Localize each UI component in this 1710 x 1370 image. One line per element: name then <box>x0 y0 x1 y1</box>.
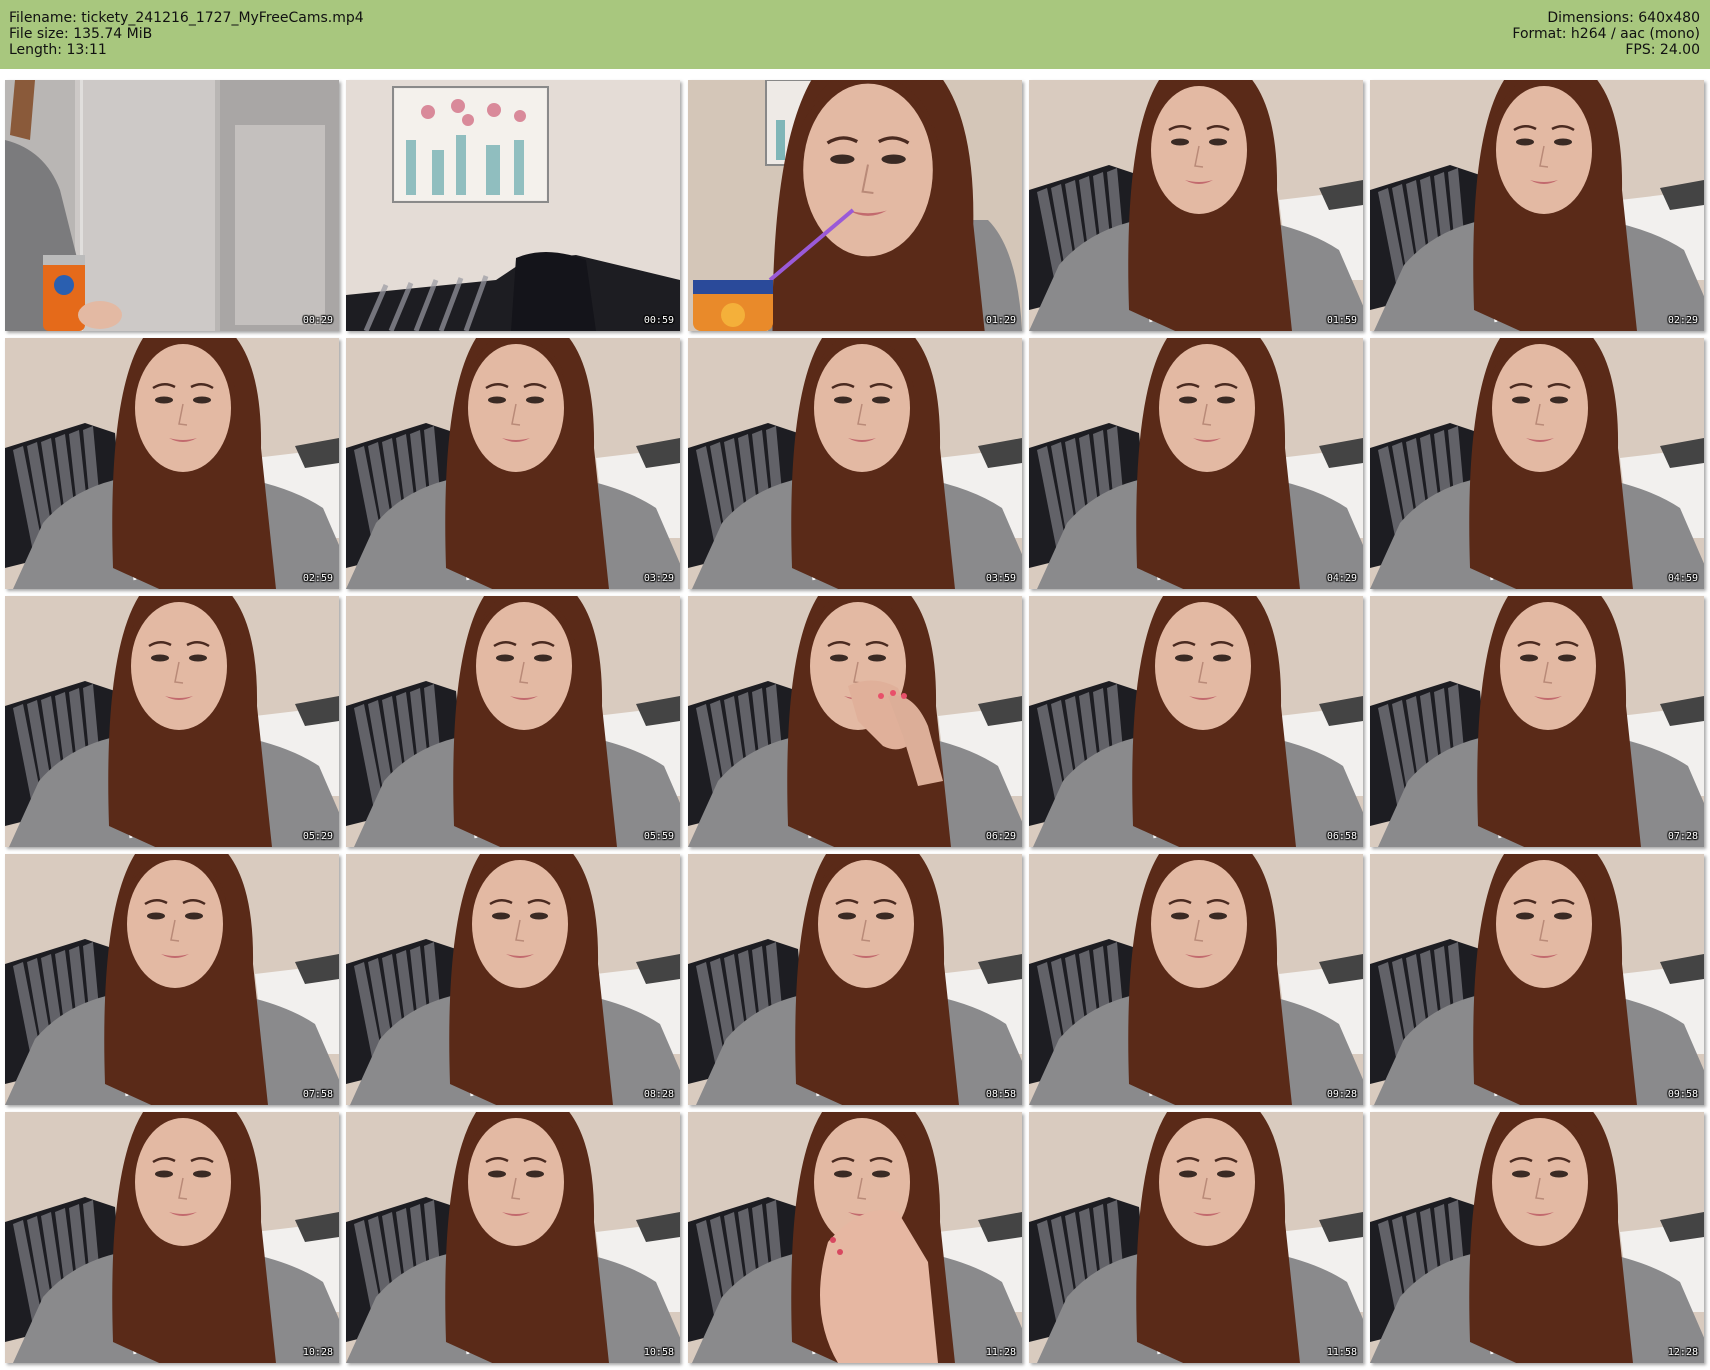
thumbnail-image <box>1370 80 1704 331</box>
thumbnail-timestamp: 00:29 <box>302 315 333 326</box>
video-thumbnail: 06:29 <box>688 596 1022 847</box>
thumbnail-timestamp: 05:59 <box>643 831 674 842</box>
thumbnail-image <box>688 596 1022 847</box>
thumbnail-timestamp: 00:59 <box>643 315 674 326</box>
thumbnail-image <box>1370 854 1704 1105</box>
video-thumbnail: 03:29 <box>346 338 680 589</box>
thumbnail-image <box>346 596 680 847</box>
thumbnail-image <box>1029 596 1363 847</box>
thumbnail-timestamp: 03:59 <box>985 573 1016 584</box>
thumbnail-image <box>1370 338 1704 589</box>
video-thumbnail: 10:58 <box>346 1112 680 1363</box>
thumbnail-timestamp: 06:58 <box>1326 831 1357 842</box>
video-thumbnail: 03:59 <box>688 338 1022 589</box>
thumbnail-image <box>1029 854 1363 1105</box>
video-thumbnail: 01:29 <box>688 80 1022 331</box>
video-thumbnail: 00:29 <box>5 80 339 331</box>
video-thumbnail: 07:58 <box>5 854 339 1105</box>
thumbnail-image <box>688 854 1022 1105</box>
thumbnail-image <box>346 338 680 589</box>
thumbnail-image <box>688 1112 1022 1363</box>
video-thumbnail: 00:59 <box>346 80 680 331</box>
thumbnail-image <box>5 338 339 589</box>
thumbnail-timestamp: 08:28 <box>643 1089 674 1100</box>
video-thumbnail: 06:58 <box>1029 596 1363 847</box>
thumbnail-image <box>688 338 1022 589</box>
thumbnail-timestamp: 12:28 <box>1667 1347 1698 1358</box>
thumbnail-timestamp: 03:29 <box>643 573 674 584</box>
thumbnail-timestamp: 09:58 <box>1667 1089 1698 1100</box>
thumbnail-timestamp: 10:28 <box>302 1347 333 1358</box>
video-thumbnail: 10:28 <box>5 1112 339 1363</box>
thumbnail-timestamp: 11:28 <box>985 1347 1016 1358</box>
thumbnail-timestamp: 06:29 <box>985 831 1016 842</box>
video-thumbnail: 04:59 <box>1370 338 1704 589</box>
thumbnail-image <box>5 596 339 847</box>
thumbnail-timestamp: 01:29 <box>985 315 1016 326</box>
thumbnail-timestamp: 10:58 <box>643 1347 674 1358</box>
thumbnail-image <box>5 1112 339 1363</box>
thumbnail-image <box>1029 338 1363 589</box>
thumbnail-timestamp: 05:29 <box>302 831 333 842</box>
thumbnail-image <box>688 80 1022 331</box>
video-thumbnail: 09:58 <box>1370 854 1704 1105</box>
video-thumbnail: 09:28 <box>1029 854 1363 1105</box>
thumbnail-image <box>1370 1112 1704 1363</box>
video-thumbnail: 11:28 <box>688 1112 1022 1363</box>
video-thumbnail: 05:29 <box>5 596 339 847</box>
thumbnail-image <box>1029 80 1363 331</box>
thumbnail-timestamp: 01:59 <box>1326 315 1357 326</box>
video-thumbnail: 01:59 <box>1029 80 1363 331</box>
video-thumbnail: 11:58 <box>1029 1112 1363 1363</box>
video-thumbnail: 07:28 <box>1370 596 1704 847</box>
thumbnail-timestamp: 04:29 <box>1326 573 1357 584</box>
thumbnail-timestamp: 04:59 <box>1667 573 1698 584</box>
thumbnail-timestamp: 07:58 <box>302 1089 333 1100</box>
thumbnail-timestamp: 11:58 <box>1326 1347 1357 1358</box>
thumbnail-timestamp: 07:28 <box>1667 831 1698 842</box>
thumbnail-image <box>346 1112 680 1363</box>
video-thumbnail: 04:29 <box>1029 338 1363 589</box>
thumbnail-image <box>5 80 339 331</box>
video-thumbnail: 08:58 <box>688 854 1022 1105</box>
thumbnail-timestamp: 08:58 <box>985 1089 1016 1100</box>
thumbnail-image <box>346 854 680 1105</box>
thumbnail-grid: 00:29 00:59 01:29 01:59 02:29 02:59 03:2… <box>0 0 1710 1370</box>
thumbnail-image <box>5 854 339 1105</box>
video-thumbnail: 12:28 <box>1370 1112 1704 1363</box>
thumbnail-timestamp: 02:29 <box>1667 315 1698 326</box>
thumbnail-image <box>1370 596 1704 847</box>
video-thumbnail: 02:59 <box>5 338 339 589</box>
video-thumbnail: 02:29 <box>1370 80 1704 331</box>
video-thumbnail: 05:59 <box>346 596 680 847</box>
thumbnail-timestamp: 02:59 <box>302 573 333 584</box>
thumbnail-timestamp: 09:28 <box>1326 1089 1357 1100</box>
thumbnail-image <box>346 80 680 331</box>
thumbnail-image <box>1029 1112 1363 1363</box>
video-thumbnail: 08:28 <box>346 854 680 1105</box>
